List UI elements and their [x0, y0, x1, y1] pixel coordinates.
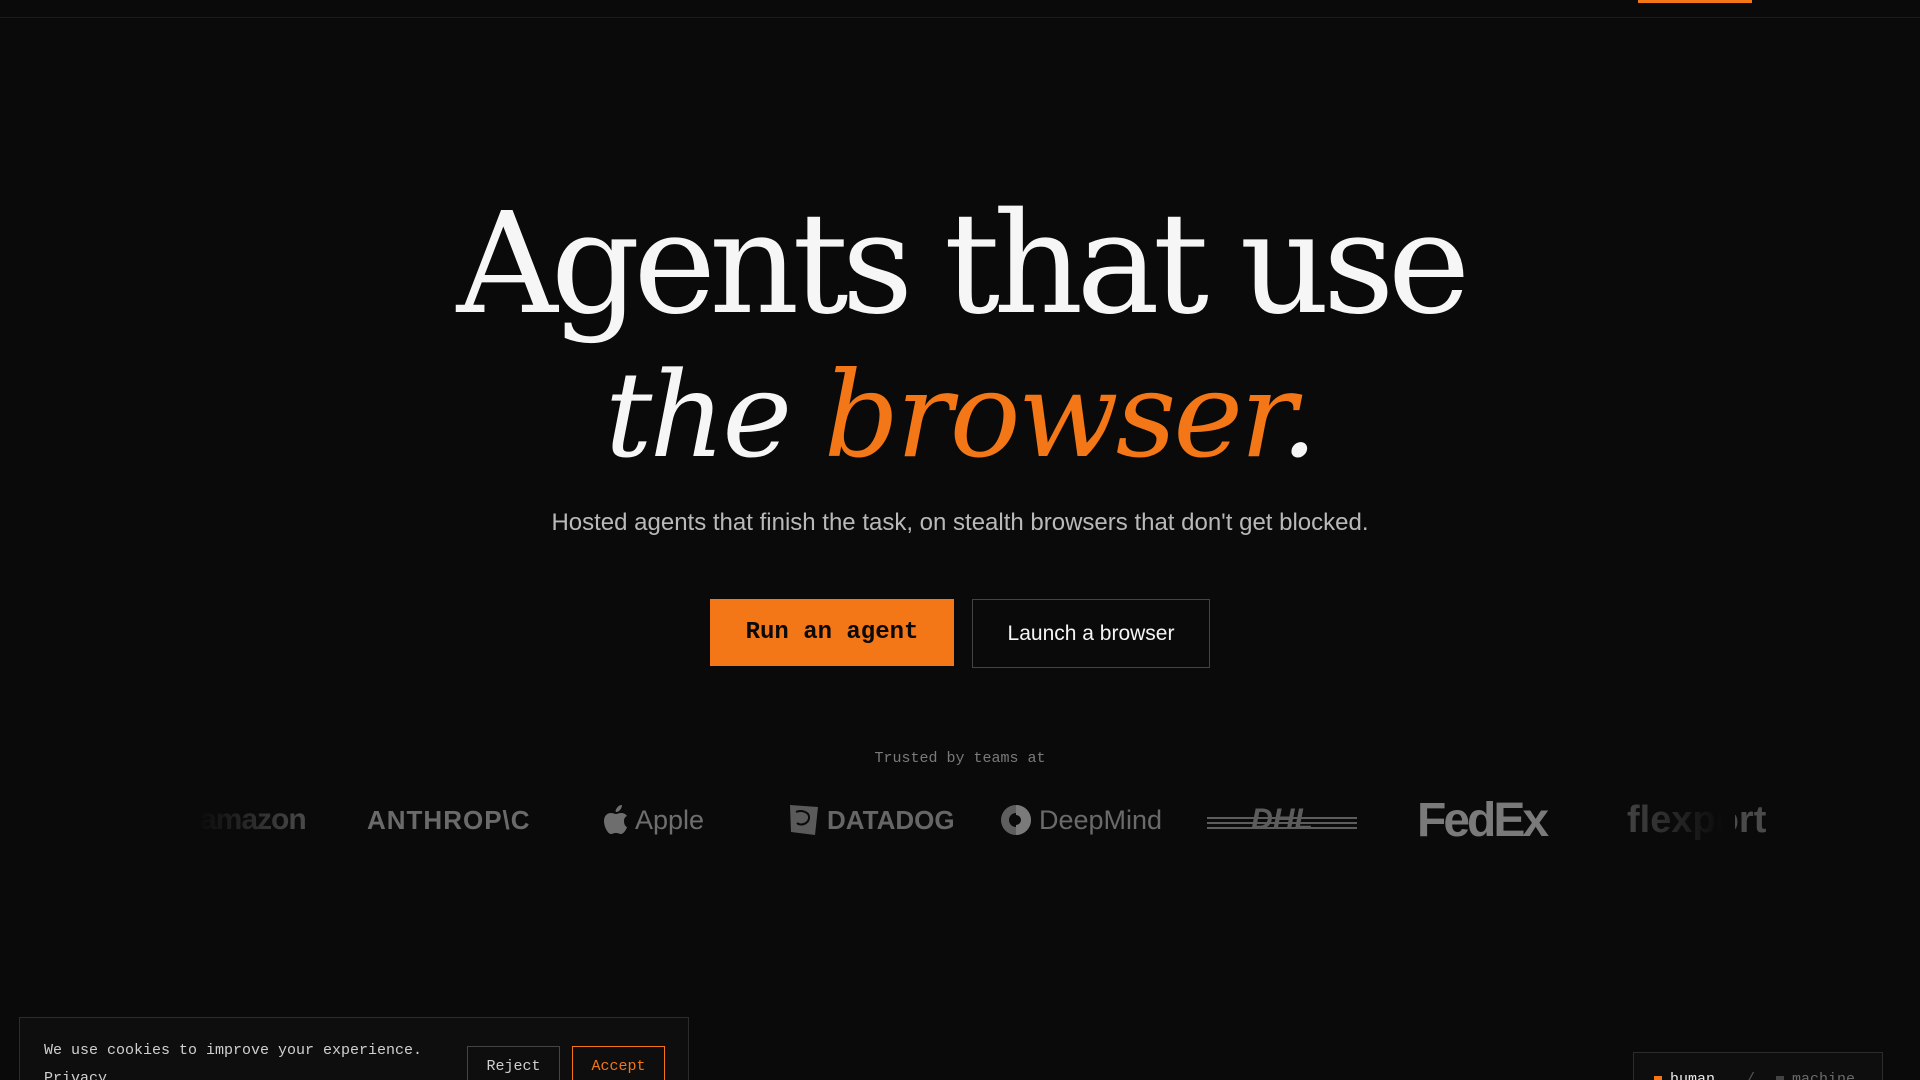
dhl-stripes-icon: DHL [1207, 805, 1357, 835]
hero-line-1: Agents that use [456, 183, 1471, 346]
deepmind-icon [1001, 805, 1031, 835]
top-nav-bar [0, 0, 1920, 18]
run-agent-button[interactable]: Run an agent [710, 599, 954, 666]
reject-cookies-button[interactable]: Reject [467, 1046, 560, 1080]
inactive-dot-icon [1776, 1075, 1784, 1080]
mode-human-option[interactable]: human [1654, 1071, 1715, 1080]
landing-page: Agents that use the browser. Hosted agen… [0, 0, 1920, 1080]
hero-line-2-prefix: the [604, 346, 792, 484]
cookie-message: We use cookies to improve your experienc… [44, 1042, 423, 1059]
apple-icon [604, 805, 627, 834]
launch-browser-button[interactable]: Launch a browser [972, 599, 1210, 668]
dhl-logo: DHL [1207, 790, 1357, 850]
hero-subtitle: Hosted agents that finish the task, on s… [551, 509, 1369, 536]
mode-human-label: human [1670, 1071, 1716, 1080]
customer-logos: amazon ANTHROP\C Apple DATADOG DeepMind [185, 790, 1766, 850]
apple-logo: Apple [603, 790, 704, 850]
dhl-logo-text: DHL [1251, 805, 1313, 835]
datadog-dog-icon [790, 805, 818, 835]
mode-machine-label: machine [1792, 1071, 1856, 1080]
hero-line-2-accent: browser [823, 346, 1284, 484]
fedex-logo: FedEx [1417, 793, 1549, 847]
mode-machine-option[interactable]: machine [1776, 1071, 1855, 1080]
deepmind-logo-text: DeepMind [1039, 804, 1163, 835]
cta-row: Run an agent Launch a browser [0, 599, 1920, 668]
trusted-by-label: Trusted by teams at [874, 750, 1046, 767]
deepmind-logo: DeepMind [999, 790, 1162, 850]
human-machine-toggle: human / machine [1633, 1052, 1883, 1080]
hero-line-2: the browser. [0, 340, 1920, 490]
accept-cookies-button[interactable]: Accept [572, 1046, 665, 1080]
mode-separator: / [1746, 1071, 1756, 1080]
hero-headline: Agents that use the browser. [0, 190, 1920, 490]
apple-logo-text: Apple [635, 804, 705, 835]
privacy-link[interactable]: Privacy [44, 1070, 107, 1080]
datadog-logo-text: DATADOG [827, 804, 955, 835]
anthropic-logo: ANTHROP\C [367, 804, 531, 835]
active-dot-icon [1654, 1075, 1662, 1080]
nav-active-indicator[interactable] [1638, 0, 1752, 3]
logo-fade-right [1615, 785, 1735, 855]
logo-fade-left [185, 785, 305, 855]
hero-line-2-suffix: . [1280, 346, 1318, 484]
datadog-logo: DATADOG [787, 790, 955, 850]
cookie-banner: We use cookies to improve your experienc… [19, 1017, 689, 1080]
